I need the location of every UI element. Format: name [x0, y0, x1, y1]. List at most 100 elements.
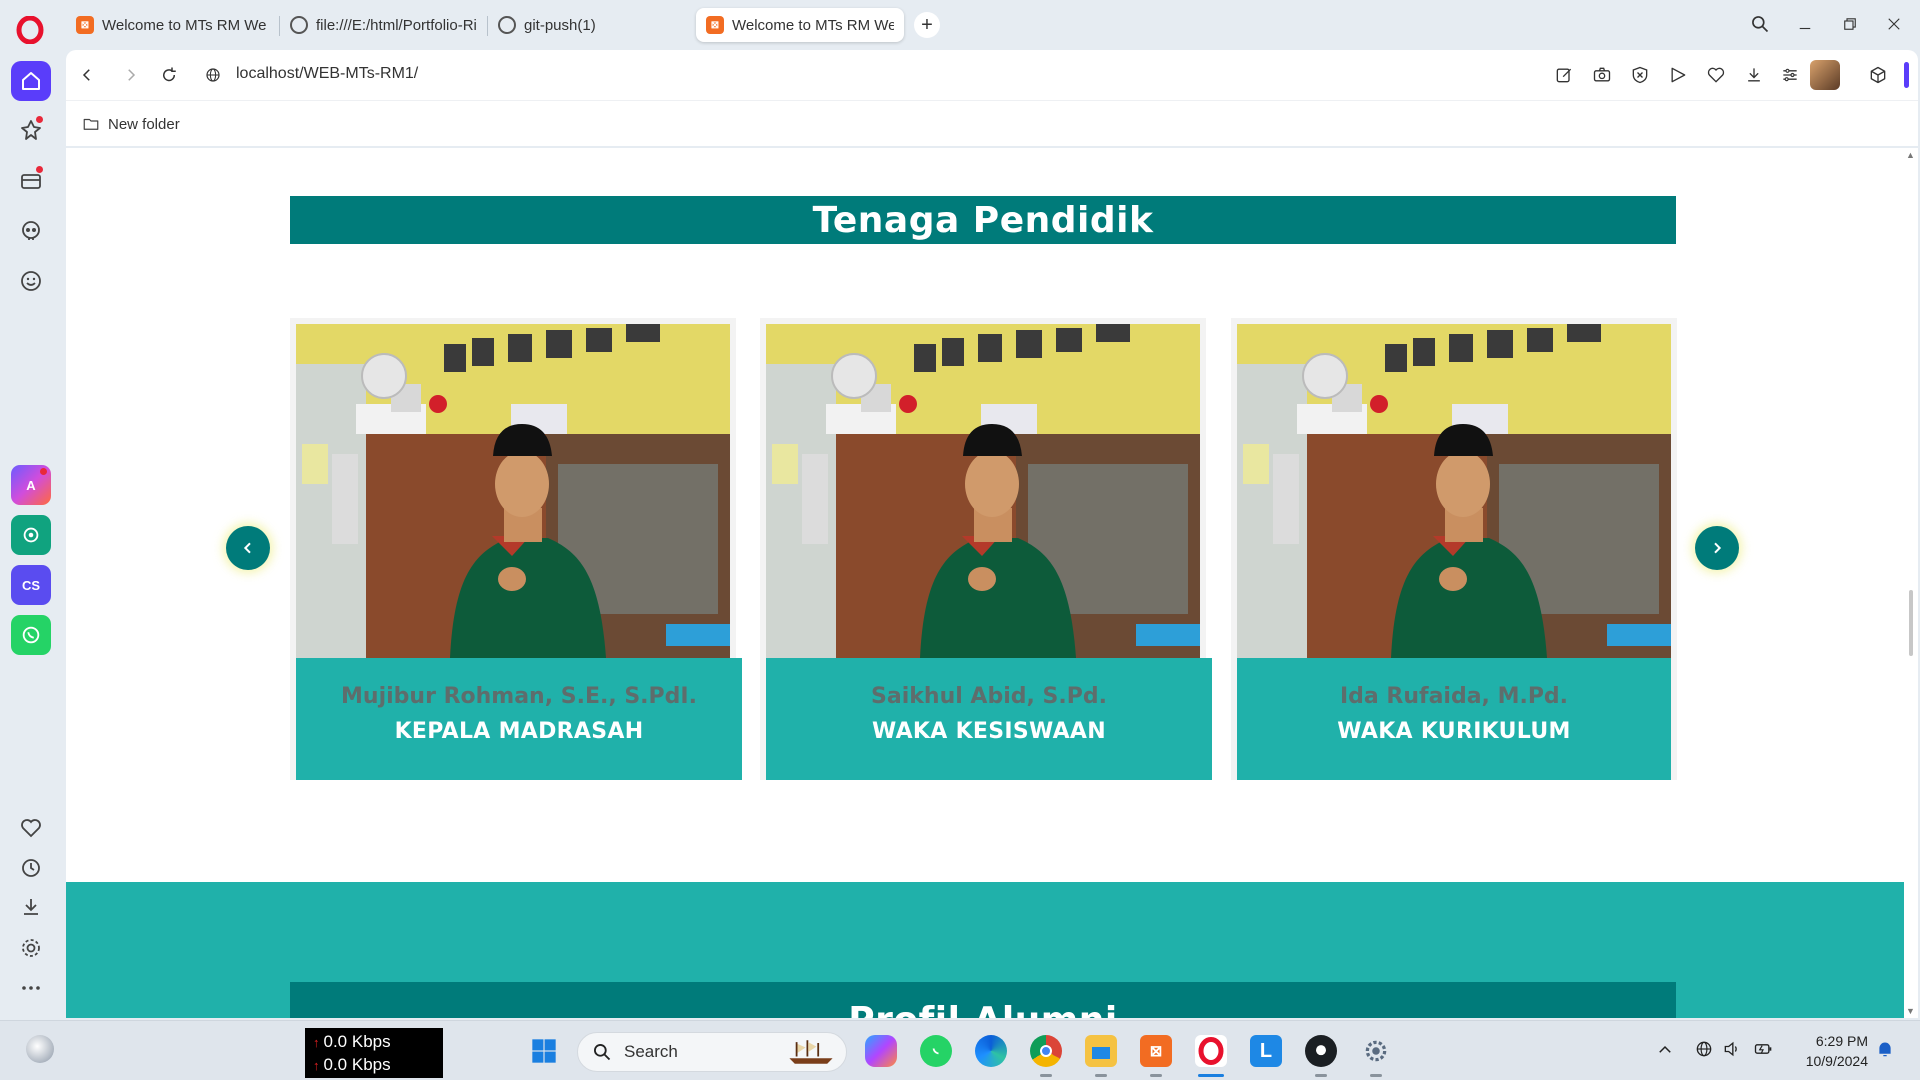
skull-icon[interactable]	[11, 211, 51, 251]
running-indicator	[1095, 1074, 1107, 1077]
pinboard-icon[interactable]	[11, 110, 51, 150]
address-bar-url[interactable]: localhost/WEB-MTs-RM1/	[236, 65, 418, 83]
scrollbar-thumb[interactable]	[1909, 590, 1913, 656]
tab-mts-web-active[interactable]: ⊠ Welcome to MTs RM Web	[696, 8, 904, 42]
restore-button[interactable]	[1836, 10, 1864, 38]
file-explorer-icon[interactable]	[1085, 1035, 1117, 1067]
teacher-info: Ida Rufaida, M.Pd. WAKA KURIKULUM	[1237, 658, 1671, 780]
weather-widget-icon[interactable]	[26, 1035, 54, 1063]
new-tab-button[interactable]: +	[914, 12, 940, 38]
adblock-shield-icon[interactable]	[1628, 63, 1652, 87]
net-upload-speed: 0.0 Kbps	[323, 1032, 391, 1051]
back-button[interactable]	[74, 62, 100, 88]
wallet-icon[interactable]	[11, 160, 51, 200]
tab-bar: ⊠ Welcome to MTs RM Web file:///E:/html/…	[62, 0, 1920, 48]
settings-gear-icon[interactable]	[1360, 1035, 1392, 1067]
aria-app-icon[interactable]: A	[11, 465, 51, 505]
reload-button[interactable]	[156, 62, 182, 88]
notification-bell-icon[interactable]	[1875, 1039, 1895, 1064]
tab-mts-web-1[interactable]: ⊠ Welcome to MTs RM Web	[66, 8, 276, 42]
teacher-card[interactable]: Ida Rufaida, M.Pd. WAKA KURIKULUM	[1231, 318, 1677, 780]
globe-icon	[498, 16, 516, 34]
tab-title: git-push(1)	[524, 16, 596, 34]
teacher-role: WAKA KESISWAAN	[872, 719, 1106, 744]
taskbar-search[interactable]: Search	[577, 1032, 847, 1072]
opera-logo-icon[interactable]	[16, 15, 44, 45]
chatgpt-app-icon[interactable]	[11, 515, 51, 555]
teacher-photo	[1237, 324, 1671, 658]
copilot-icon[interactable]	[865, 1035, 897, 1067]
close-window-button[interactable]	[1880, 10, 1908, 38]
carousel-prev-button[interactable]	[226, 526, 270, 570]
teacher-role: KEPALA MADRASAH	[394, 719, 644, 744]
bookmark-new-folder[interactable]: New folder	[82, 115, 180, 133]
easy-setup-icon[interactable]	[1778, 63, 1802, 87]
chevron-up-icon[interactable]	[1656, 1041, 1674, 1064]
whatsapp-icon[interactable]	[920, 1035, 952, 1067]
heart-icon[interactable]	[11, 808, 51, 848]
globe-icon	[290, 16, 308, 34]
running-indicator	[1040, 1074, 1052, 1077]
home-icon[interactable]	[11, 61, 51, 101]
teacher-info: Saikhul Abid, S.Pd. WAKA KESISWAAN	[766, 658, 1212, 780]
teacher-role: WAKA KURIKULUM	[1337, 719, 1571, 744]
edit-icon[interactable]	[1552, 63, 1576, 87]
download-arrow-icon: ↑	[313, 1058, 320, 1073]
clock-date: 10/9/2024	[1805, 1053, 1868, 1069]
running-indicator	[1150, 1074, 1162, 1077]
settings-icon[interactable]	[11, 928, 51, 968]
github-desktop-icon[interactable]	[1305, 1035, 1337, 1067]
tab-search-icon[interactable]	[1746, 10, 1774, 38]
tab-git-push[interactable]: git-push(1)	[488, 8, 688, 42]
carousel-next-button[interactable]	[1695, 526, 1739, 570]
alumni-section: Profil Alumni	[66, 882, 1904, 1018]
extensions-cube-icon[interactable]	[1866, 63, 1890, 87]
teacher-card[interactable]: Mujibur Rohman, S.E., S.PdI. KEPALA MADR…	[290, 318, 742, 780]
teacher-info: Mujibur Rohman, S.E., S.PdI. KEPALA MADR…	[296, 658, 742, 780]
windows-taskbar: ↑ 0.0 Kbps ↑ 0.0 Kbps Search ⊠ L 6:29 PM…	[0, 1020, 1920, 1080]
chatsonic-app-icon[interactable]: CS	[11, 565, 51, 605]
folder-icon	[83, 118, 99, 130]
notification-dot	[36, 116, 43, 123]
teacher-card[interactable]: Saikhul Abid, S.Pd. WAKA KESISWAAN	[760, 318, 1212, 780]
net-download-speed: 0.0 Kbps	[323, 1055, 391, 1074]
upload-arrow-icon: ↑	[313, 1035, 320, 1050]
battery-icon[interactable]	[1752, 1039, 1774, 1064]
xampp-icon: ⊠	[76, 16, 94, 34]
windows-start-icon[interactable]	[528, 1035, 560, 1067]
search-icon	[594, 1044, 611, 1061]
scroll-up-icon[interactable]: ▲	[1906, 150, 1915, 160]
volume-icon[interactable]	[1722, 1039, 1742, 1064]
clock-time: 6:29 PM	[1815, 1033, 1868, 1049]
download-icon[interactable]	[1742, 63, 1766, 87]
emoji-icon[interactable]	[11, 261, 51, 301]
chevron-left-icon	[243, 542, 251, 554]
address-toolbar: localhost/WEB-MTs-RM1/	[66, 50, 1918, 100]
more-icon[interactable]	[11, 968, 51, 1008]
history-icon[interactable]	[11, 848, 51, 888]
send-icon[interactable]	[1666, 63, 1690, 87]
bookmarks-bar: New folder	[66, 100, 1918, 146]
network-globe-icon[interactable]	[1694, 1039, 1714, 1064]
profile-avatar[interactable]	[1810, 60, 1840, 90]
scroll-down-icon[interactable]: ▼	[1906, 1006, 1915, 1016]
whatsapp-app-icon[interactable]	[11, 615, 51, 655]
chrome-icon[interactable]	[1030, 1035, 1062, 1067]
page-scrollbar[interactable]: ▲ ▼	[1904, 148, 1918, 1018]
tab-portfolio-file[interactable]: file:///E:/html/Portfolio-Ri	[280, 8, 486, 42]
forward-button[interactable]	[118, 62, 144, 88]
section-header-profil-alumni: Profil Alumni	[290, 982, 1676, 1018]
bookmark-label: New folder	[108, 115, 180, 133]
l-app-icon[interactable]: L	[1250, 1035, 1282, 1067]
teacher-name: Ida Rufaida, M.Pd.	[1339, 684, 1569, 709]
camera-icon[interactable]	[1590, 63, 1614, 87]
xampp-icon[interactable]: ⊠	[1140, 1035, 1172, 1067]
edge-icon[interactable]	[975, 1035, 1007, 1067]
network-speed-meter: ↑ 0.0 Kbps ↑ 0.0 Kbps	[305, 1028, 443, 1078]
heart-icon[interactable]	[1704, 63, 1728, 87]
minimize-button[interactable]	[1791, 10, 1819, 38]
downloads-icon[interactable]	[11, 887, 51, 927]
system-clock[interactable]: 6:29 PM 10/9/2024	[1790, 1031, 1868, 1071]
site-info-globe-icon[interactable]	[200, 62, 226, 88]
opera-taskbar-icon[interactable]	[1195, 1035, 1227, 1067]
